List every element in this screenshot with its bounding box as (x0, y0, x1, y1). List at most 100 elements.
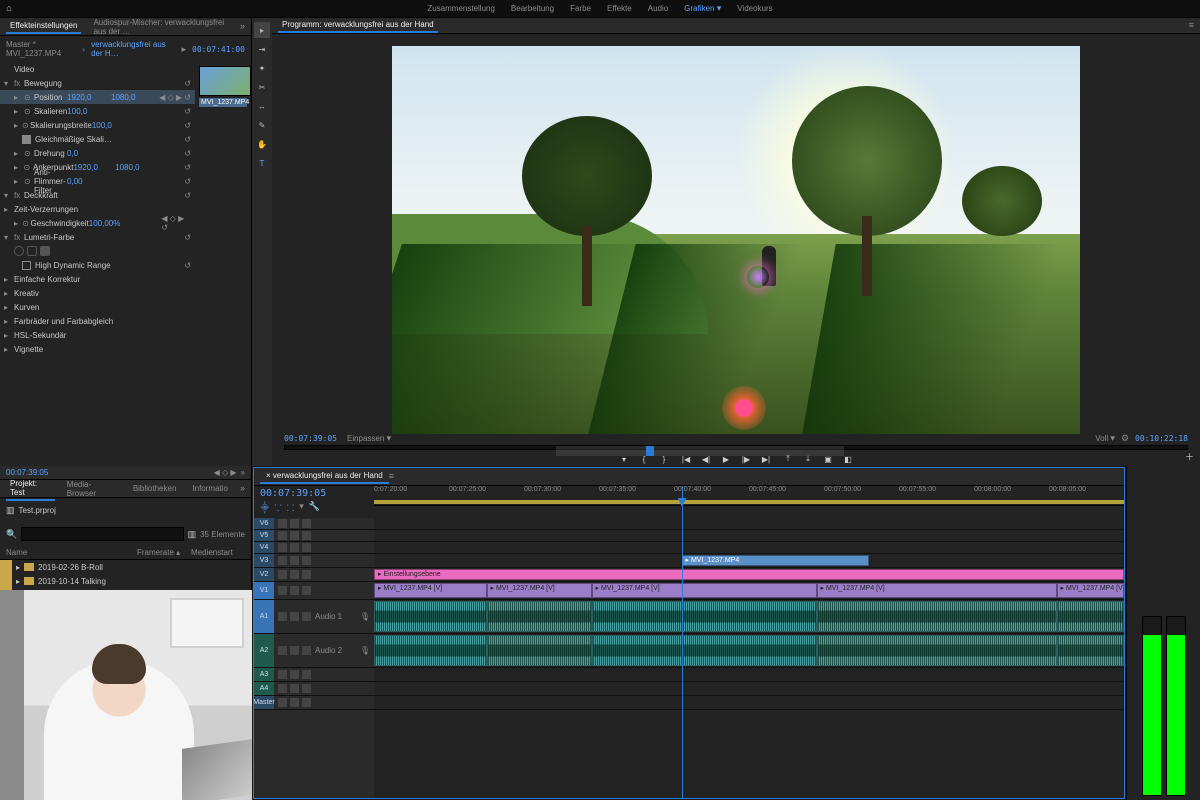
workspace-effects[interactable]: Effekte (607, 4, 632, 13)
sync-toggle[interactable] (302, 556, 311, 565)
lock-toggle[interactable] (290, 612, 299, 621)
lock-toggle[interactable] (290, 570, 299, 579)
mute-toggle[interactable] (278, 586, 287, 595)
workspace-custom[interactable]: Videokurs (737, 4, 772, 13)
bin-filter-icon[interactable]: ▥ (188, 530, 197, 539)
clip[interactable] (374, 635, 487, 666)
clip[interactable]: ▸ MVI_1237.MP4 [V] (1057, 583, 1125, 598)
lock-toggle[interactable] (290, 586, 299, 595)
sync-toggle[interactable] (302, 531, 311, 540)
track-lane[interactable] (374, 668, 1124, 682)
workspace-audio[interactable]: Audio (648, 4, 668, 13)
track-header[interactable]: V6 (254, 518, 374, 530)
resolution-dropdown[interactable]: Voll ▾ (1095, 434, 1115, 443)
effect-row[interactable]: ▸⊙Geschwindigkeit100,00%◀ ◇ ▶ ↺ (0, 216, 195, 230)
mute-toggle[interactable] (278, 531, 287, 540)
panel-menu-icon[interactable]: » (240, 484, 245, 493)
panel-menu-icon[interactable]: ≡ (389, 472, 394, 481)
workspace-assembly[interactable]: Zusammenstellung (427, 4, 495, 13)
track-header[interactable]: V3 (254, 554, 374, 568)
clip[interactable] (487, 601, 592, 632)
effect-row[interactable]: Gleichmäßige Skali…↺ (0, 132, 195, 146)
program-timecode-left[interactable]: 00:07:39:05 (284, 434, 337, 443)
type-tool-icon[interactable]: T (254, 155, 270, 171)
clip[interactable]: ▸ MVI_1237.MP4 [V] (487, 583, 592, 598)
panel-menu-icon[interactable]: » (240, 22, 245, 31)
ripple-tool-icon[interactable]: ✦ (254, 60, 270, 76)
bin-row[interactable]: ▸2019-10-14 Talking (12, 574, 251, 588)
effect-row[interactable]: ▸⊙Anti-Flimmer-Filter0,00 ↺ (0, 174, 195, 188)
clip[interactable] (1057, 635, 1125, 666)
program-scrubber[interactable] (284, 445, 1188, 450)
tab-project[interactable]: Projekt: Test (6, 477, 55, 501)
effect-row[interactable]: ▸⊙Position1920,01080,0◀ ◇ ▶ ↺ (0, 90, 195, 104)
track-header[interactable]: A2Audio 2🎙 (254, 634, 374, 668)
clip[interactable]: ▸ MVI_1237.MP4 [V] (592, 583, 817, 598)
sync-toggle[interactable] (302, 646, 311, 655)
track-lane[interactable] (374, 634, 1124, 668)
track-lane[interactable]: ▸ Einstellungsebene (374, 568, 1124, 582)
clip[interactable]: ▸ MVI_1237.MP4 (682, 555, 870, 566)
tab-libraries[interactable]: Bibliotheken (129, 482, 181, 495)
col-framerate[interactable]: Framerate ▴ (137, 548, 191, 557)
clip-thumbnail[interactable] (199, 66, 251, 96)
track-lane[interactable] (374, 696, 1124, 710)
effect-row[interactable]: ▸⊙Drehung0,0 ↺ (0, 146, 195, 160)
settings-icon[interactable]: ⚙ (1121, 434, 1129, 443)
lock-toggle[interactable] (290, 670, 299, 679)
track-header[interactable]: V1 (254, 582, 374, 600)
effect-row[interactable]: ▸Einfache Korrektur (0, 272, 195, 286)
track-lane[interactable] (374, 682, 1124, 696)
sync-toggle[interactable] (302, 586, 311, 595)
breadcrumb-master[interactable]: Master * MVI_1237.MP4 (6, 40, 76, 58)
sync-toggle[interactable] (302, 670, 311, 679)
bin-row[interactable]: ▸2019-02-26 B-Roll (12, 560, 251, 574)
hand-tool-icon[interactable]: ✋ (254, 136, 270, 152)
mute-toggle[interactable] (278, 698, 287, 707)
workspace-editing[interactable]: Bearbeitung (511, 4, 554, 13)
clip[interactable] (487, 635, 592, 666)
clip[interactable] (592, 601, 817, 632)
track-lane[interactable] (374, 600, 1124, 634)
track-header[interactable]: V2 (254, 568, 374, 582)
track-lane[interactable]: ▸ MVI_1237.MP4 [V]▸ MVI_1237.MP4 [V]▸ MV… (374, 582, 1124, 600)
lock-toggle[interactable] (290, 646, 299, 655)
lock-toggle[interactable] (290, 556, 299, 565)
home-icon[interactable]: ⌂ (0, 0, 18, 18)
clip[interactable]: ▸ MVI_1237.MP4 [V] (817, 583, 1057, 598)
effect-row[interactable]: ▾fxDeckkraft↺ (0, 188, 195, 202)
track-header[interactable]: V5 (254, 530, 374, 542)
effect-row[interactable]: ▾fxLumetri-Farbe↺ (0, 230, 195, 244)
sequence-tab[interactable]: × verwacklungsfrei aus der Hand (260, 469, 389, 484)
track-header[interactable]: A4 (254, 682, 374, 696)
col-mediastart[interactable]: Medienstart (191, 548, 245, 557)
mute-toggle[interactable] (278, 612, 287, 621)
effect-row[interactable]: ▸Farbräder und Farbabgleich (0, 314, 195, 328)
settings-icon[interactable]: ▾ (299, 501, 304, 514)
breadcrumb-clip[interactable]: verwacklungsfrei aus der H… (91, 40, 175, 58)
effect-row[interactable]: ▸HSL-Sekundär (0, 328, 195, 342)
lock-toggle[interactable] (290, 543, 299, 552)
tab-audio-track-mixer[interactable]: Audiospur-Mischer: verwacklungsfrei aus … (89, 16, 232, 38)
tab-media-browser[interactable]: Media-Browser (63, 478, 121, 500)
keyframe-nav-icon[interactable]: ◀ ◇ ▶ (214, 468, 237, 477)
col-name[interactable]: Name (6, 548, 137, 557)
clip[interactable]: ▸ MVI_1237.MP4 [V] (374, 583, 487, 598)
panel-menu-icon[interactable]: ≡ (1189, 21, 1194, 30)
clip[interactable] (817, 635, 1057, 666)
effect-row[interactable]: ▾fxBewegung↺ (0, 76, 195, 90)
effect-row[interactable]: ▸Kurven (0, 300, 195, 314)
clip[interactable]: ▸ Einstellungsebene (374, 569, 1124, 580)
timeline-timecode[interactable]: 00:07:39:05 (260, 488, 368, 499)
button-editor-icon[interactable]: ＋ (1185, 453, 1194, 462)
program-viewport[interactable] (392, 46, 1080, 434)
effect-row[interactable]: ▸⊙Ankerpunkt1920,01080,0 ↺ (0, 160, 195, 174)
search-icon[interactable]: 🔍 (6, 530, 17, 539)
pen-tool-icon[interactable]: ✎ (254, 117, 270, 133)
time-ruler[interactable]: 0:07:20:0000:07:25:0000:07:30:0000:07:35… (374, 486, 1124, 518)
selection-tool-icon[interactable]: ▸ (254, 22, 270, 38)
sync-toggle[interactable] (302, 543, 311, 552)
mute-toggle[interactable] (278, 519, 287, 528)
playhead[interactable] (682, 518, 683, 798)
track-lane[interactable] (374, 518, 1124, 530)
